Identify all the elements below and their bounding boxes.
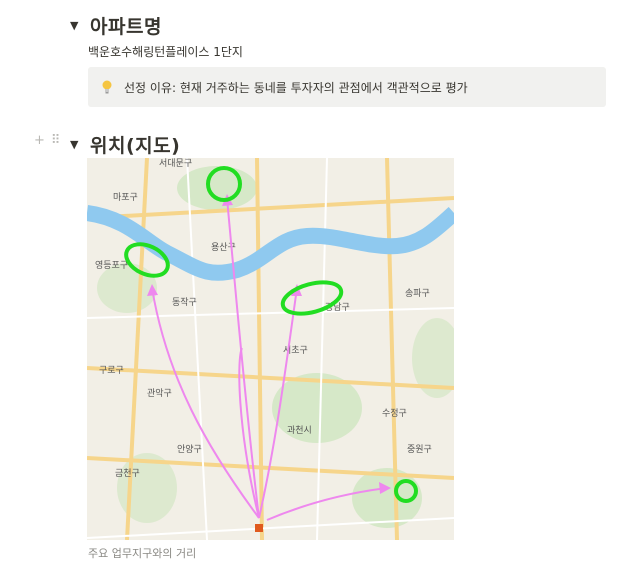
drag-handle-icon[interactable]: ⠿ [51,133,61,148]
heading-apartment-name: 아파트명 [90,16,162,38]
arrow-to-gwanghwamun [226,197,260,519]
toggle-triangle-icon[interactable]: ▼ [70,138,84,151]
label-songpa: 송파구 [405,288,430,299]
block-handles[interactable]: + ⠿ [34,133,60,148]
business-district-highlights [124,166,418,503]
lightbulb-icon [102,80,112,94]
map-caption: 주요 업무지구와의 거리 [88,547,197,560]
label-jungwon: 중원구 [407,444,432,455]
label-sujeong: 수정구 [382,408,407,419]
apartment-name-text: 백운호수해링턴플레이스 1단지 [88,45,243,59]
label-anyang: 안양구 [177,444,202,455]
label-guro: 구로구 [99,365,124,376]
callout-block: 선정 이유: 현재 거주하는 동네를 투자자의 관점에서 객관적으로 평가 [88,67,606,107]
label-yeongdeungpo: 영등포구 [95,260,128,271]
label-gwanak: 관악구 [147,387,172,399]
callout-text: 선정 이유: 현재 거주하는 동네를 투자자의 관점에서 객관적으로 평가 [124,80,468,95]
toggle-heading-apartment[interactable]: ▼ 아파트명 [70,12,162,39]
home-marker-icon [255,524,263,532]
add-block-icon[interactable]: + [34,133,45,148]
label-seodaemun: 서대문구 [159,158,192,169]
label-geumcheon: 금천구 [115,468,140,479]
heading-location-map: 위치(지도) [90,135,181,157]
toggle-triangle-icon[interactable]: ▼ [70,19,84,32]
label-gwacheon: 과천시 [287,425,312,436]
map-svg: 서대문구 마포구 용산구 영등포구 동작구 송파구 강남구 서초구 구로구 관악… [87,158,454,540]
map-image[interactable]: 서대문구 마포구 용산구 영등포구 동작구 송파구 강남구 서초구 구로구 관악… [87,158,454,540]
toggle-heading-location[interactable]: ▼ 위치(지도) [70,131,180,158]
label-dongjak: 동작구 [172,297,197,308]
label-mapo: 마포구 [113,192,138,203]
